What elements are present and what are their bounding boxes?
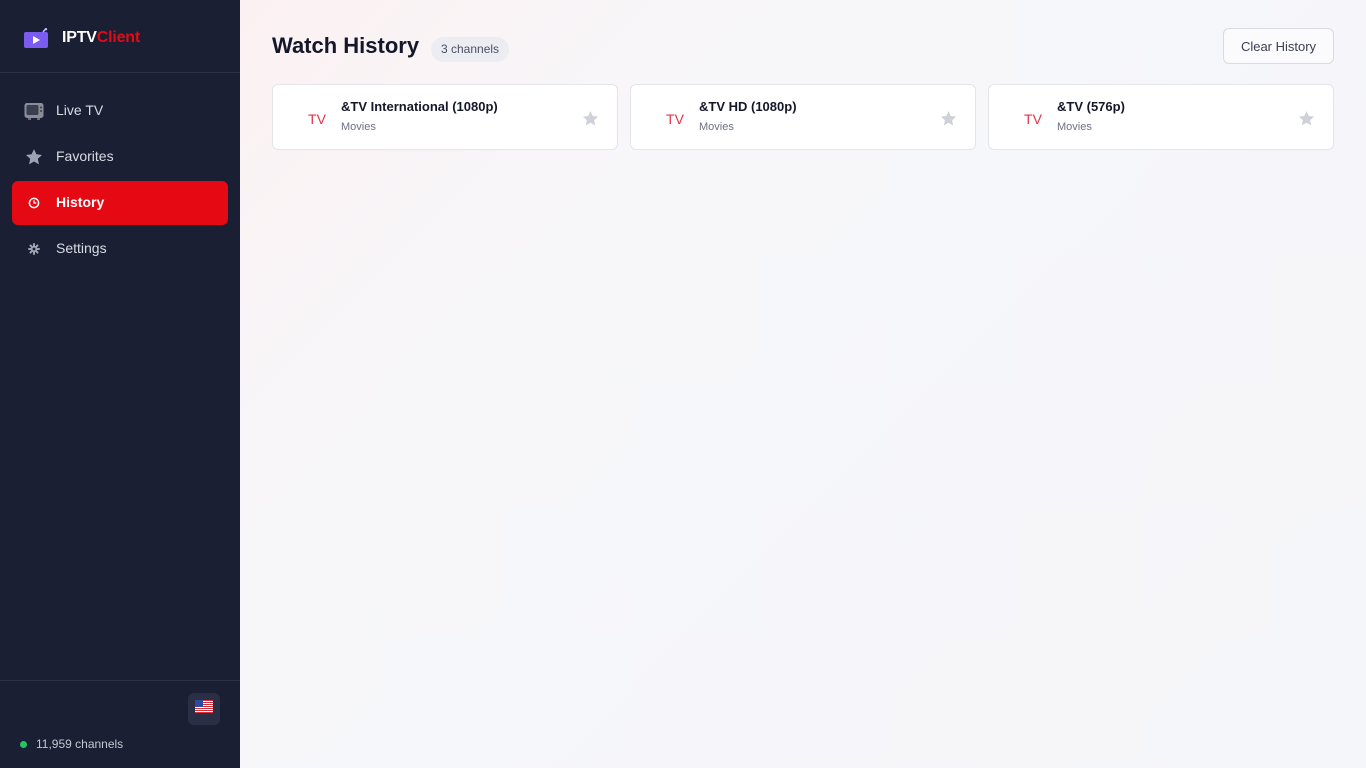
sidebar-item-label: Settings (56, 240, 107, 256)
history-list: TV &TV International (1080p) Movies TV &… (272, 84, 1334, 150)
sidebar-item-favorites[interactable]: Favorites (12, 135, 228, 179)
channel-category: Movies (341, 121, 376, 133)
sidebar-item-label: History (56, 194, 105, 210)
channel-card[interactable]: TV &TV HD (1080p) Movies (630, 84, 976, 150)
channel-name: &TV (576p) (1057, 99, 1125, 114)
brand-header: IPTVClient (0, 0, 240, 73)
gear-icon (24, 239, 44, 259)
channel-logo: TV (666, 111, 684, 127)
sidebar-footer: 11,959 channels (0, 680, 240, 768)
channel-logo: TV (308, 111, 326, 127)
channel-name: &TV International (1080p) (341, 99, 498, 114)
sidebar-item-settings[interactable]: Settings (12, 227, 228, 271)
sidebar-item-live-tv[interactable]: Live TV (12, 89, 228, 133)
clock-icon (24, 193, 44, 213)
channel-name: &TV HD (1080p) (699, 99, 797, 114)
favorite-star-icon[interactable] (937, 107, 959, 129)
app-name: IPTVClient (62, 29, 141, 46)
channel-card[interactable]: TV &TV International (1080p) Movies (272, 84, 618, 150)
sidebar-item-history[interactable]: History (12, 181, 228, 225)
sidebar-item-label: Live TV (56, 102, 104, 118)
channel-category: Movies (1057, 121, 1092, 133)
favorite-star-icon[interactable] (579, 107, 601, 129)
language-button[interactable] (188, 693, 220, 725)
sidebar-item-label: Favorites (56, 148, 114, 164)
sidebar: IPTVClient Live TV Favorites History Set… (0, 0, 240, 768)
main-content: Watch History 3 channels Clear History T… (240, 0, 1366, 768)
tv-icon (24, 101, 44, 121)
us-flag-icon (195, 700, 213, 718)
channel-category: Movies (699, 121, 734, 133)
channel-count-badge: 3 channels (431, 37, 510, 62)
star-icon (24, 147, 44, 167)
status-dot (20, 740, 27, 748)
channel-card[interactable]: TV &TV (576p) Movies (988, 84, 1334, 150)
tv-logo-icon (24, 28, 48, 48)
page-title: Watch History (272, 33, 420, 58)
sidebar-nav: Live TV Favorites History Settings (12, 89, 228, 273)
channel-logo: TV (1024, 111, 1042, 127)
favorite-star-icon[interactable] (1295, 107, 1317, 129)
status-text: 11,959 channels (36, 737, 124, 751)
clear-history-button[interactable]: Clear History (1223, 28, 1334, 64)
channel-status: 11,959 channels (20, 737, 123, 751)
